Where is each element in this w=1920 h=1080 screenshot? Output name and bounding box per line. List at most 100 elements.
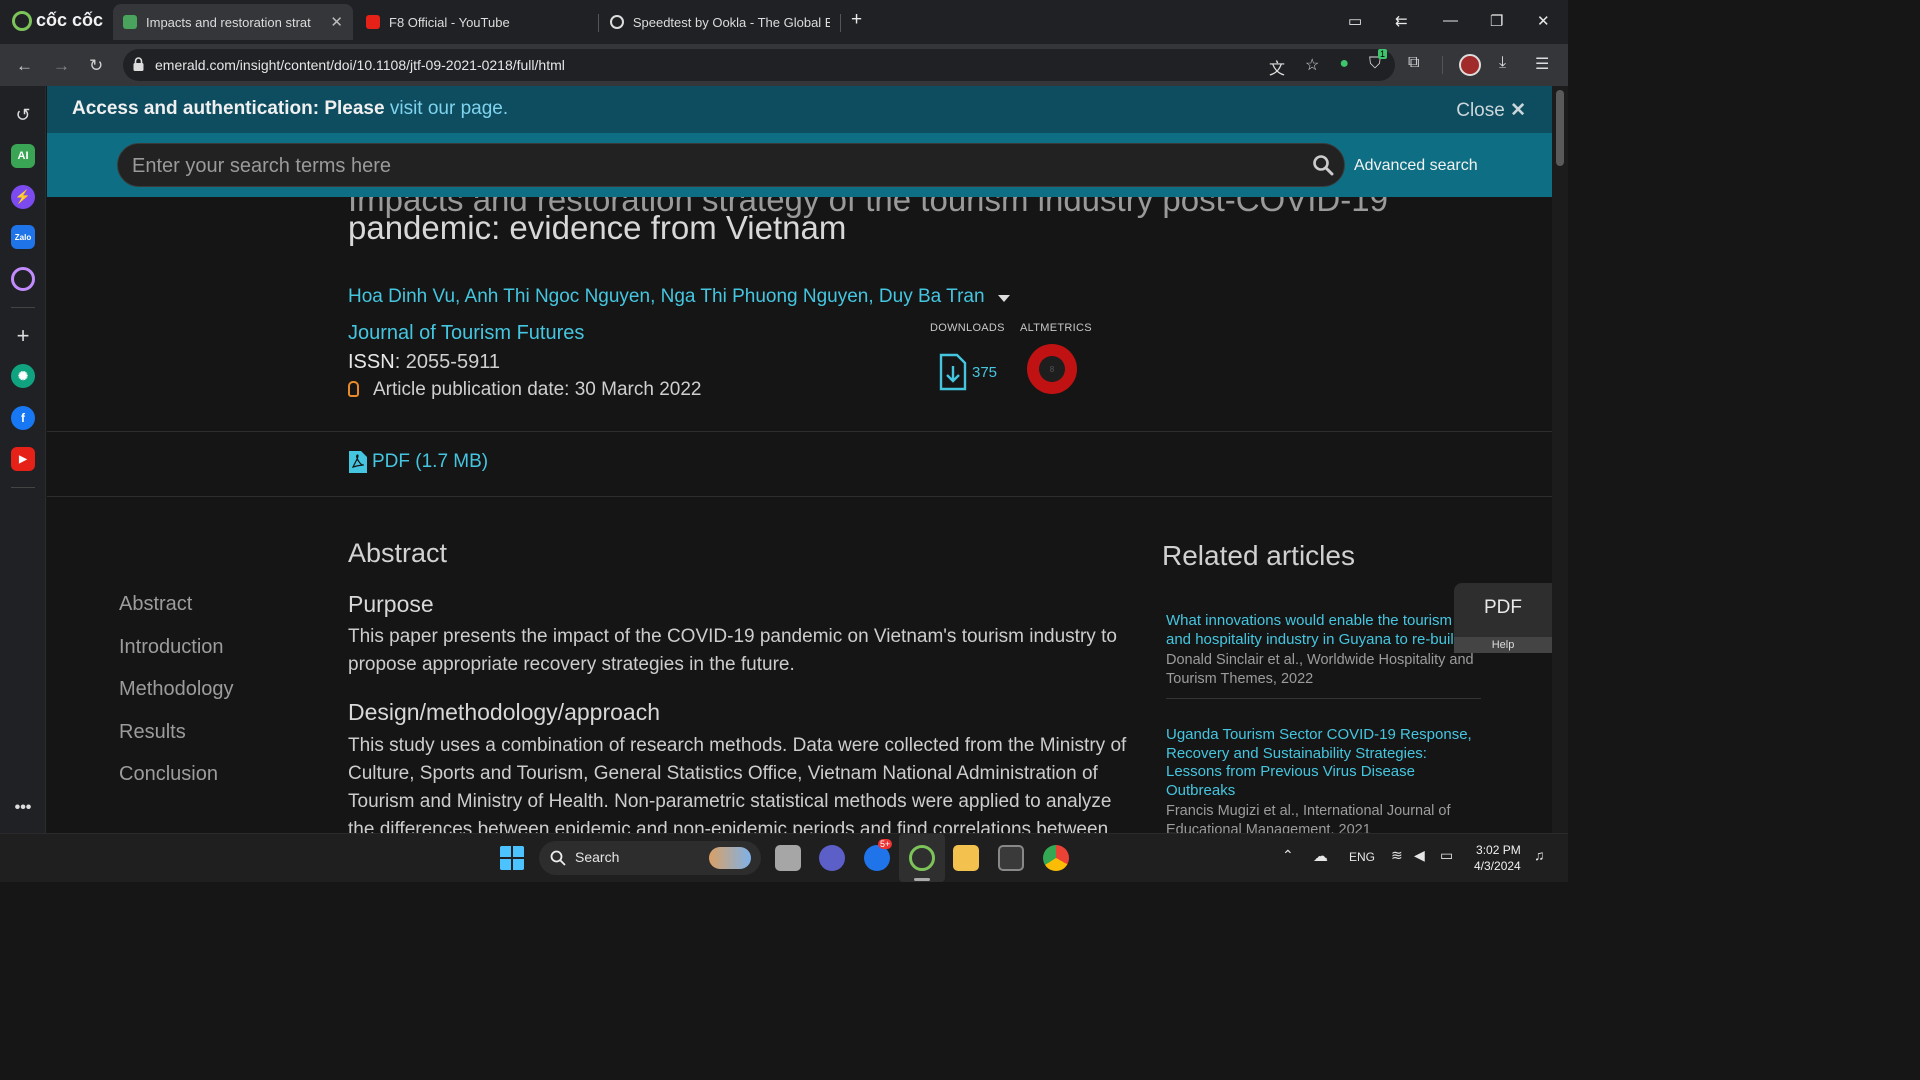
close-window-icon[interactable]: ✕	[1537, 12, 1550, 30]
coccoc-taskbar-icon[interactable]	[909, 845, 935, 871]
dark-mode-moon-icon[interactable]: ●	[1339, 55, 1349, 79]
toc-item-results[interactable]: Results	[119, 721, 234, 764]
back-icon[interactable]: ←	[16, 56, 33, 76]
new-tab-icon[interactable]: +	[851, 9, 862, 31]
search-box	[117, 143, 1345, 187]
adblock-shield-icon[interactable]: ⛉ 1	[1369, 49, 1387, 79]
language-indicator[interactable]: ENG	[1349, 850, 1375, 864]
minimize-icon[interactable]: —	[1443, 12, 1458, 29]
toc-item-abstract[interactable]: Abstract	[119, 593, 234, 636]
restore-icon[interactable]: ❐	[1490, 12, 1503, 30]
close-icon: ✕	[1510, 100, 1526, 121]
facebook-icon[interactable]: f	[11, 406, 35, 430]
pdf-download-link[interactable]: PDF (1.7 MB)	[348, 450, 488, 474]
browser-tab-strip: cốc cốc Impacts and restoration strat ✕ …	[0, 0, 1568, 44]
tab-active-article[interactable]: Impacts and restoration strat ✕	[113, 4, 353, 40]
toc-item-methodology[interactable]: Methodology	[119, 678, 234, 721]
file-explorer-icon[interactable]	[953, 845, 979, 871]
toc-item-conclusion[interactable]: Conclusion	[119, 763, 234, 806]
url-text[interactable]: emerald.com/insight/content/doi/10.1108/…	[155, 57, 565, 73]
related-article-title[interactable]: Uganda Tourism Sector COVID-19 Response,…	[1166, 726, 1481, 800]
microsoft-store-icon[interactable]	[998, 845, 1024, 871]
zalo-icon[interactable]: Zalo	[11, 225, 35, 249]
volume-icon[interactable]: ◀	[1414, 847, 1425, 864]
ai-assistant-icon[interactable]: AI	[11, 144, 35, 168]
lock-icon	[133, 57, 144, 71]
search-q-icon[interactable]	[11, 267, 35, 291]
onedrive-cloud-icon[interactable]: ☁	[1313, 847, 1328, 865]
altmetrics-label: ALTMETRICS	[1020, 322, 1092, 334]
related-article: Uganda Tourism Sector COVID-19 Response,…	[1166, 726, 1481, 833]
open-access-lock-icon	[348, 381, 359, 397]
chevron-down-icon[interactable]	[998, 295, 1010, 302]
related-articles-heading: Related articles	[1162, 540, 1355, 571]
menu-icon[interactable]: ☰	[1535, 54, 1549, 74]
running-indicator	[914, 878, 930, 881]
notification-bell-icon[interactable]: ♫	[1534, 847, 1545, 863]
related-article-title[interactable]: What innovations would enable the touris…	[1166, 612, 1481, 649]
tab-search-icon[interactable]: ⇇	[1395, 12, 1408, 30]
divider	[47, 431, 1552, 432]
chrome-taskbar-icon[interactable]	[1043, 845, 1069, 871]
browser-toolbar: ← → ↻ emerald.com/insight/content/doi/10…	[0, 44, 1568, 86]
pdf-file-icon	[349, 451, 367, 473]
wifi-icon[interactable]: ≋	[1391, 847, 1403, 864]
windows-start-icon[interactable]	[499, 845, 525, 871]
article-authors[interactable]: Hoa Dinh Vu, Anh Thi Ngoc Nguyen, Nga Th…	[348, 286, 985, 308]
publication-date: Article publication date: 30 March 2022	[348, 379, 701, 401]
banner-close-button[interactable]: Close ✕	[1456, 99, 1526, 122]
scrollbar-thumb[interactable]	[1556, 90, 1564, 166]
youtube-favicon-icon	[366, 15, 380, 29]
more-options-icon[interactable]: •••	[11, 796, 35, 820]
bookmark-star-icon[interactable]: ☆	[1305, 55, 1319, 79]
browser-logo[interactable]: cốc cốc	[12, 10, 103, 31]
page-scrollbar[interactable]	[1552, 86, 1568, 833]
taskbar-search-label: Search	[575, 849, 620, 865]
sidebar-divider	[11, 487, 35, 488]
journal-link[interactable]: Journal of Tourism Futures	[348, 322, 584, 345]
visit-page-link[interactable]: visit our page.	[390, 98, 508, 119]
floating-pdf-widget[interactable]: PDF Help	[1454, 583, 1552, 653]
zalo-taskbar-icon[interactable]: 5+	[864, 839, 893, 871]
screenshot-icon[interactable]: ▭	[1348, 12, 1362, 30]
search-icon[interactable]	[1312, 154, 1334, 176]
toc-item-introduction[interactable]: Introduction	[119, 636, 234, 679]
tab-youtube[interactable]: F8 Official - YouTube	[356, 4, 596, 40]
related-article-meta: Francis Mugizi et al., International Jou…	[1166, 803, 1451, 833]
site-search-bar: Advanced search	[47, 133, 1552, 197]
advanced-search-link[interactable]: Advanced search	[1354, 157, 1478, 175]
downloads-label: DOWNLOADS	[930, 322, 1005, 334]
help-button[interactable]: Help	[1454, 637, 1552, 653]
extensions-puzzle-icon[interactable]: ⧉	[1408, 54, 1419, 72]
forward-icon[interactable]: →	[53, 56, 70, 76]
table-of-contents: Abstract Introduction Methodology Result…	[119, 593, 234, 806]
related-article-meta: Donald Sinclair et al., Worldwide Hospit…	[1166, 652, 1474, 687]
tab-speedtest[interactable]: Speedtest by Ookla - The Global B	[600, 4, 840, 40]
chatgpt-icon[interactable]: ✺	[11, 364, 35, 388]
related-article: What innovations would enable the touris…	[1166, 612, 1481, 688]
taskbar-search[interactable]: Search	[539, 841, 761, 875]
youtube-icon[interactable]: ▶	[11, 447, 35, 471]
tab-separator	[840, 14, 841, 32]
teams-chat-icon[interactable]	[819, 845, 845, 871]
altmetric-badge[interactable]: 8	[1027, 344, 1077, 394]
translate-icon[interactable]: 文	[1269, 55, 1285, 79]
access-banner: Access and authentication: Please visit …	[47, 86, 1552, 133]
history-icon[interactable]: ↺	[11, 103, 35, 127]
altmetric-score: 8	[1039, 356, 1065, 382]
battery-icon[interactable]: ▭	[1440, 847, 1453, 864]
chevron-up-icon[interactable]: ⌃	[1282, 847, 1294, 864]
system-clock[interactable]: 3:02 PM 4/3/2024	[1474, 842, 1521, 874]
add-sidebar-app-icon[interactable]: +	[11, 323, 35, 348]
coccoc-logo-icon	[12, 10, 32, 31]
search-input[interactable]	[132, 153, 1282, 179]
close-tab-icon[interactable]: ✕	[330, 13, 343, 31]
abstract-heading: Abstract	[348, 538, 448, 568]
messenger-icon[interactable]: ⚡	[11, 185, 35, 209]
download-icon[interactable]: ⤓	[1499, 54, 1506, 72]
reload-icon[interactable]: ↻	[89, 56, 103, 76]
profile-avatar[interactable]	[1459, 54, 1481, 76]
zalo-badge: 5+	[878, 839, 893, 849]
address-bar[interactable]: emerald.com/insight/content/doi/10.1108/…	[123, 49, 1395, 81]
task-view-icon[interactable]	[775, 845, 801, 871]
